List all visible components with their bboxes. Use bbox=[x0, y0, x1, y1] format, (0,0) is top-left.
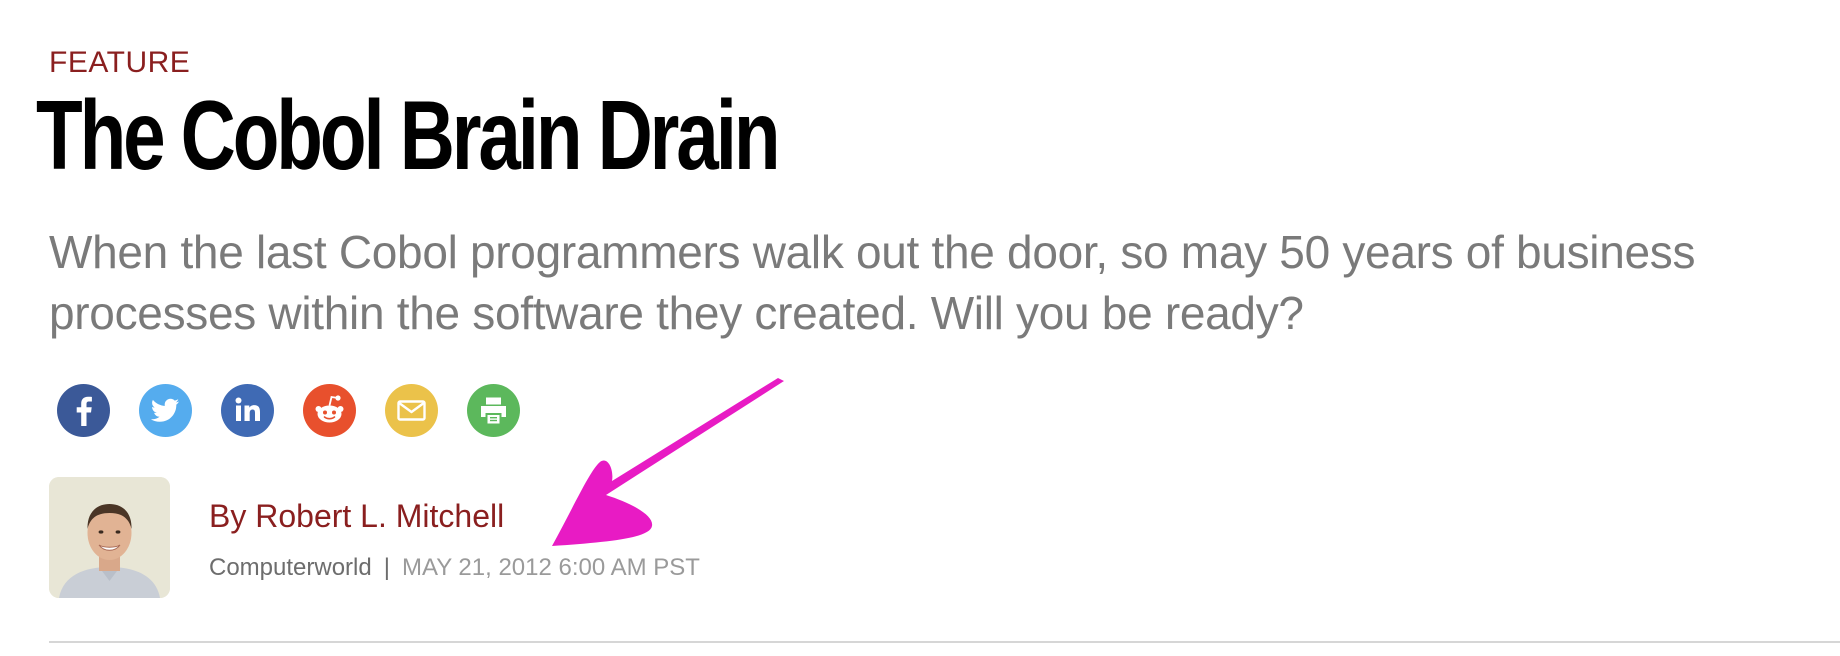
author-link[interactable]: By Robert L. Mitchell bbox=[209, 498, 504, 534]
reddit-icon bbox=[315, 395, 344, 423]
article-kicker[interactable]: FEATURE bbox=[49, 46, 190, 80]
author-avatar[interactable] bbox=[49, 477, 170, 598]
divider bbox=[49, 641, 1840, 643]
print-icon bbox=[481, 397, 506, 424]
publish-date: MAY 21, 2012 6:00 AM PST bbox=[401, 554, 700, 581]
share-reddit-button[interactable] bbox=[303, 384, 356, 437]
share-twitter-button[interactable] bbox=[139, 384, 192, 437]
share-facebook-button[interactable] bbox=[57, 384, 110, 437]
publication-name[interactable]: Computerworld bbox=[209, 554, 372, 581]
article-headline: The Cobol Brain Drain bbox=[36, 80, 781, 190]
article-meta: Computerworld | MAY 21, 2012 6:00 AM PST bbox=[209, 553, 700, 583]
share-linkedin-button[interactable] bbox=[221, 384, 274, 437]
meta-separator: | bbox=[383, 554, 390, 581]
share-print-button[interactable] bbox=[467, 384, 520, 437]
facebook-icon bbox=[76, 396, 92, 426]
article-page: FEATURE The Cobol Brain Drain When the l… bbox=[0, 0, 1840, 656]
article-dek: When the last Cobol programmers walk out… bbox=[49, 226, 1696, 339]
share-bar bbox=[57, 384, 520, 437]
share-email-button[interactable] bbox=[385, 384, 438, 437]
author-photo-image bbox=[49, 477, 170, 598]
author-byline[interactable]: By Robert L. Mitchell bbox=[209, 496, 504, 536]
linkedin-icon bbox=[235, 397, 260, 421]
twitter-icon bbox=[150, 398, 179, 422]
email-icon bbox=[397, 400, 426, 421]
